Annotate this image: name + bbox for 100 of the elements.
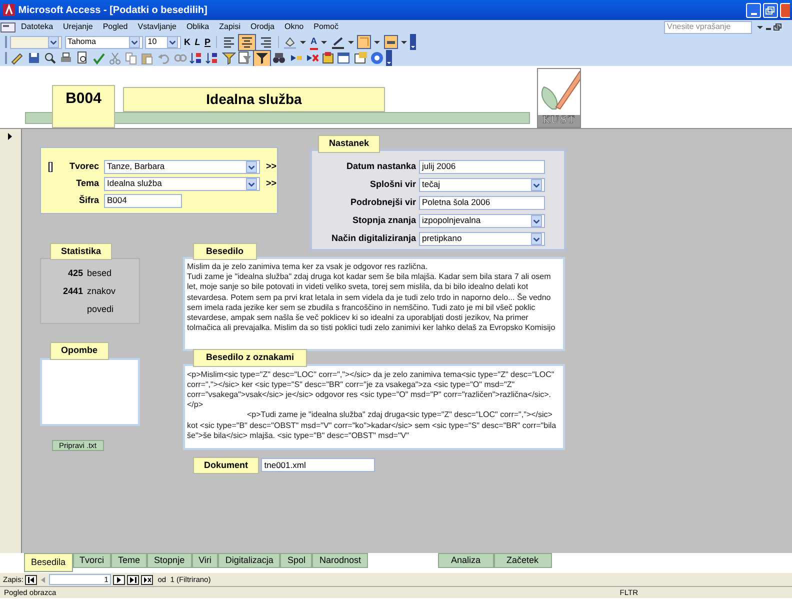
- section-label: Opombe: [50, 342, 109, 360]
- dropdown-arrow-icon[interactable]: [299, 38, 308, 46]
- line-color-icon[interactable]: [330, 35, 345, 49]
- field-label: Podrobnejši vir: [349, 196, 416, 209]
- text-field[interactable]: tne001.xml: [261, 458, 376, 472]
- database-window-icon[interactable]: [337, 51, 352, 65]
- form-tab[interactable]: Narodnost: [312, 553, 368, 568]
- window-title: Microsoft Access - [Podatki o besedilih]: [18, 4, 208, 18]
- grip-icon: [4, 51, 8, 65]
- dropdown-arrow-icon[interactable]: [320, 38, 328, 46]
- form-tab[interactable]: Stopnje: [147, 553, 192, 568]
- print-icon[interactable]: [59, 51, 73, 65]
- next-record-button[interactable]: [113, 574, 126, 584]
- menu-item[interactable]: Okno: [279, 21, 309, 33]
- tagged-text-area[interactable]: [183, 364, 565, 450]
- notes-field[interactable]: [40, 358, 140, 426]
- unit-label: znakov: [87, 285, 116, 298]
- cut-icon[interactable]: [108, 51, 122, 65]
- form-icon: [0, 21, 16, 33]
- underline-button[interactable]: P: [204, 34, 212, 50]
- text-field[interactable]: Poletna šola 2006: [419, 196, 545, 210]
- dropdown-arrow-icon[interactable]: [346, 38, 355, 46]
- print-preview-icon[interactable]: [75, 51, 90, 65]
- new-record-button[interactable]: [141, 574, 154, 584]
- form-tab[interactable]: Viri: [192, 553, 218, 568]
- text-field[interactable]: julij 2006: [419, 160, 545, 174]
- count: 2441: [62, 285, 83, 298]
- fill-color-icon[interactable]: [283, 35, 298, 49]
- apply-filter-button[interactable]: [254, 50, 270, 66]
- search-icon[interactable]: [42, 51, 57, 65]
- align-icon: [258, 35, 273, 49]
- restore-icon[interactable]: [773, 23, 782, 31]
- menu-item[interactable]: Datoteka: [16, 21, 58, 33]
- field-label: Dokument: [193, 456, 260, 474]
- combo-field[interactable]: Idealna služba: [104, 176, 260, 190]
- form-tab[interactable]: Analiza: [438, 553, 494, 568]
- more-link[interactable]: >>: [266, 160, 277, 174]
- new-object-icon[interactable]: [354, 51, 368, 65]
- count: 425: [66, 267, 83, 280]
- menu-item[interactable]: Vstavljanje: [132, 21, 182, 33]
- form-tab[interactable]: Digitalizacja: [218, 553, 280, 568]
- menu-item[interactable]: Orodja: [245, 21, 280, 33]
- first-record-icon: [27, 576, 36, 584]
- paragraph: Mislim da je zelo zanimiva tema ker za vsak je odgovor res različna.: [187, 262, 429, 272]
- find-icon[interactable]: [272, 51, 286, 65]
- save-icon[interactable]: [26, 51, 40, 65]
- menu-item[interactable]: Urejanje: [58, 21, 98, 33]
- text-area[interactable]: [183, 257, 565, 351]
- menu-item[interactable]: Oblika: [181, 21, 214, 33]
- unit-label: besed: [87, 267, 112, 280]
- paragraph: <p>Mislim<sic type="Z" desc="LOC" corr=","></sic> da je zelo zanimiva tema<sic type="Z" desc="LOC" corr=","></sic> ker <sic type="S" desc="BR" corr="je za vsakega">za <sic type="O" msd="Z" corr="vsakega">vsak</sic> je</sic> odgovor res <sic type="O" msd="P" corr="različen">različna</sic>.</p>: [187, 370, 556, 410]
- next-record-icon: [115, 576, 124, 584]
- toolbar-options-icon[interactable]: [410, 34, 416, 50]
- align-icon: [240, 35, 254, 49]
- form-tab[interactable]: Tvorci: [72, 553, 112, 568]
- form-tab[interactable]: Besedila: [24, 553, 73, 572]
- sort-ascending-icon[interactable]: [189, 51, 203, 65]
- special-effect-icon[interactable]: [384, 35, 398, 49]
- dropdown-arrow-icon[interactable]: [756, 23, 764, 31]
- form-tab[interactable]: Teme: [111, 553, 148, 568]
- form-tab[interactable]: Začetek: [494, 553, 552, 568]
- menu-item[interactable]: Zapisi: [214, 21, 246, 33]
- combo-field[interactable]: pretipkano: [419, 232, 545, 246]
- filter-by-form-icon[interactable]: [238, 51, 252, 65]
- sort-descending-icon[interactable]: [205, 51, 220, 65]
- font-combo[interactable]: Tahoma: [64, 36, 142, 48]
- text-field[interactable]: B004: [104, 194, 182, 208]
- field-label: Šifra: [78, 194, 99, 207]
- font-size-combo[interactable]: 10: [144, 36, 181, 48]
- menu-item[interactable]: Pogled: [98, 21, 133, 33]
- align-center-button[interactable]: [239, 34, 256, 50]
- copy-icon[interactable]: [124, 51, 138, 65]
- properties-icon[interactable]: [321, 51, 335, 65]
- menu-item[interactable]: Pomoč: [308, 21, 344, 33]
- last-record-icon: [129, 576, 138, 584]
- form-tab[interactable]: Spol: [280, 553, 312, 568]
- toolbar-options-icon[interactable]: [386, 50, 392, 66]
- section-label: Besedilo: [193, 242, 257, 260]
- unit-label: povedi: [87, 303, 114, 316]
- first-record-button[interactable]: [25, 574, 38, 584]
- italic-button[interactable]: L: [194, 34, 202, 50]
- paste-icon[interactable]: [140, 51, 154, 65]
- minimize-button[interactable]: [746, 2, 760, 18]
- bold-button[interactable]: K: [183, 34, 192, 50]
- dropdown-arrow-icon[interactable]: [373, 38, 382, 46]
- record-selector-icon: [7, 132, 13, 142]
- marker-icon: [48, 162, 52, 172]
- field-label: Datum nastanka: [345, 160, 416, 173]
- combo-field[interactable]: izpopolnjevalna: [419, 214, 545, 228]
- help-field[interactable]: Vnesite vprašanje: [664, 20, 752, 34]
- field-label: Tema: [75, 176, 99, 190]
- close-button[interactable]: [780, 2, 790, 18]
- restore-button[interactable]: [762, 2, 778, 18]
- align-icon: [222, 35, 236, 49]
- dropdown-arrow-icon[interactable]: [400, 38, 408, 46]
- more-link[interactable]: >>: [266, 176, 277, 190]
- combo-field[interactable]: tečaj: [419, 178, 545, 192]
- combo-field[interactable]: Tanze, Barbara: [104, 160, 260, 174]
- border-width-icon[interactable]: [357, 35, 372, 49]
- last-record-button[interactable]: [127, 574, 140, 584]
